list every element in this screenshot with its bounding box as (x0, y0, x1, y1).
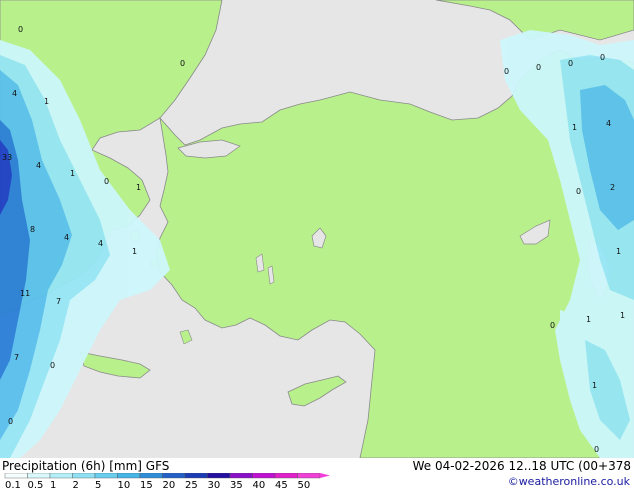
point-value: 7 (14, 353, 19, 362)
point-value: 4 (12, 89, 17, 98)
legend-swatch (117, 473, 141, 479)
legend-swatch (297, 473, 321, 479)
point-value: 1 (70, 169, 75, 178)
point-value: 2 (610, 183, 615, 192)
point-value: 0 (50, 361, 55, 370)
legend-label: 25 (185, 480, 198, 490)
point-value: 0 (8, 417, 13, 426)
point-value: 33 (2, 153, 12, 162)
point-value: 0 (576, 187, 581, 196)
point-value: 1 (572, 123, 577, 132)
legend-swatch (72, 473, 96, 479)
legend-swatch (252, 473, 276, 479)
point-value: 0 (600, 53, 605, 62)
point-value: 1 (586, 315, 591, 324)
legend-swatch (139, 473, 163, 479)
point-value: 0 (568, 59, 573, 68)
legend-label: 2 (73, 480, 79, 490)
point-value: 1 (44, 97, 49, 106)
map-footer: Precipitation (6h) [mm] GFS We 04-02-202… (0, 458, 634, 490)
point-value: 1 (620, 311, 625, 320)
legend-swatch (49, 473, 73, 479)
legend-label: 0.1 (5, 480, 21, 490)
color-legend: 0.1 0.5 1 2 5 10 15 20 25 30 35 40 45 50 (4, 473, 330, 490)
map-title: Precipitation (6h) [mm] GFS (2, 459, 170, 473)
point-value: 0 (550, 321, 555, 330)
legend-label: 20 (163, 480, 176, 490)
legend-label: 50 (298, 480, 311, 490)
point-value: 0 (18, 25, 23, 34)
point-value: 11 (20, 289, 30, 298)
point-value: 0 (104, 177, 109, 186)
legend-arrow (320, 473, 330, 478)
point-value: 7 (56, 297, 61, 306)
point-value: 0 (180, 59, 185, 68)
valid-time: We 04-02-2026 12..18 UTC (00+378 (412, 459, 631, 473)
point-value: 1 (132, 247, 137, 256)
legend-label: 45 (275, 480, 288, 490)
point-value: 1 (592, 381, 597, 390)
legend-label: 1 (50, 480, 56, 490)
legend-swatch (229, 473, 253, 479)
legend-label: 40 (253, 480, 266, 490)
credit-link[interactable]: ©weatheronline.co.uk (508, 475, 630, 488)
legend-swatch (94, 473, 118, 479)
legend-swatch (162, 473, 186, 479)
legend-label: 0.5 (28, 480, 44, 490)
point-value: 4 (64, 233, 69, 242)
point-value: 0 (594, 445, 599, 454)
point-value: 4 (36, 161, 41, 170)
legend-swatch (274, 473, 298, 479)
legend-label: 10 (118, 480, 131, 490)
legend-label: 30 (208, 480, 221, 490)
legend-label: 5 (95, 480, 101, 490)
legend-swatch (27, 473, 51, 479)
point-value: 0 (536, 63, 541, 72)
point-value: 1 (136, 183, 141, 192)
point-value: 4 (98, 239, 103, 248)
point-value: 1 (616, 247, 621, 256)
point-value: 0 (504, 67, 509, 76)
legend-label: 35 (230, 480, 243, 490)
legend-swatch (4, 473, 28, 479)
legend-swatch (184, 473, 208, 479)
point-value: 4 (606, 119, 611, 128)
point-value: 8 (30, 225, 35, 234)
precipitation-map: 0 0 4 1 33 4 1 0 1 8 4 4 1 11 7 7 0 0 0 … (0, 0, 634, 458)
legend-swatch (207, 473, 231, 479)
legend-label: 15 (140, 480, 153, 490)
map-image-frame: 0 0 4 1 33 4 1 0 1 8 4 4 1 11 7 7 0 0 0 … (0, 0, 634, 490)
